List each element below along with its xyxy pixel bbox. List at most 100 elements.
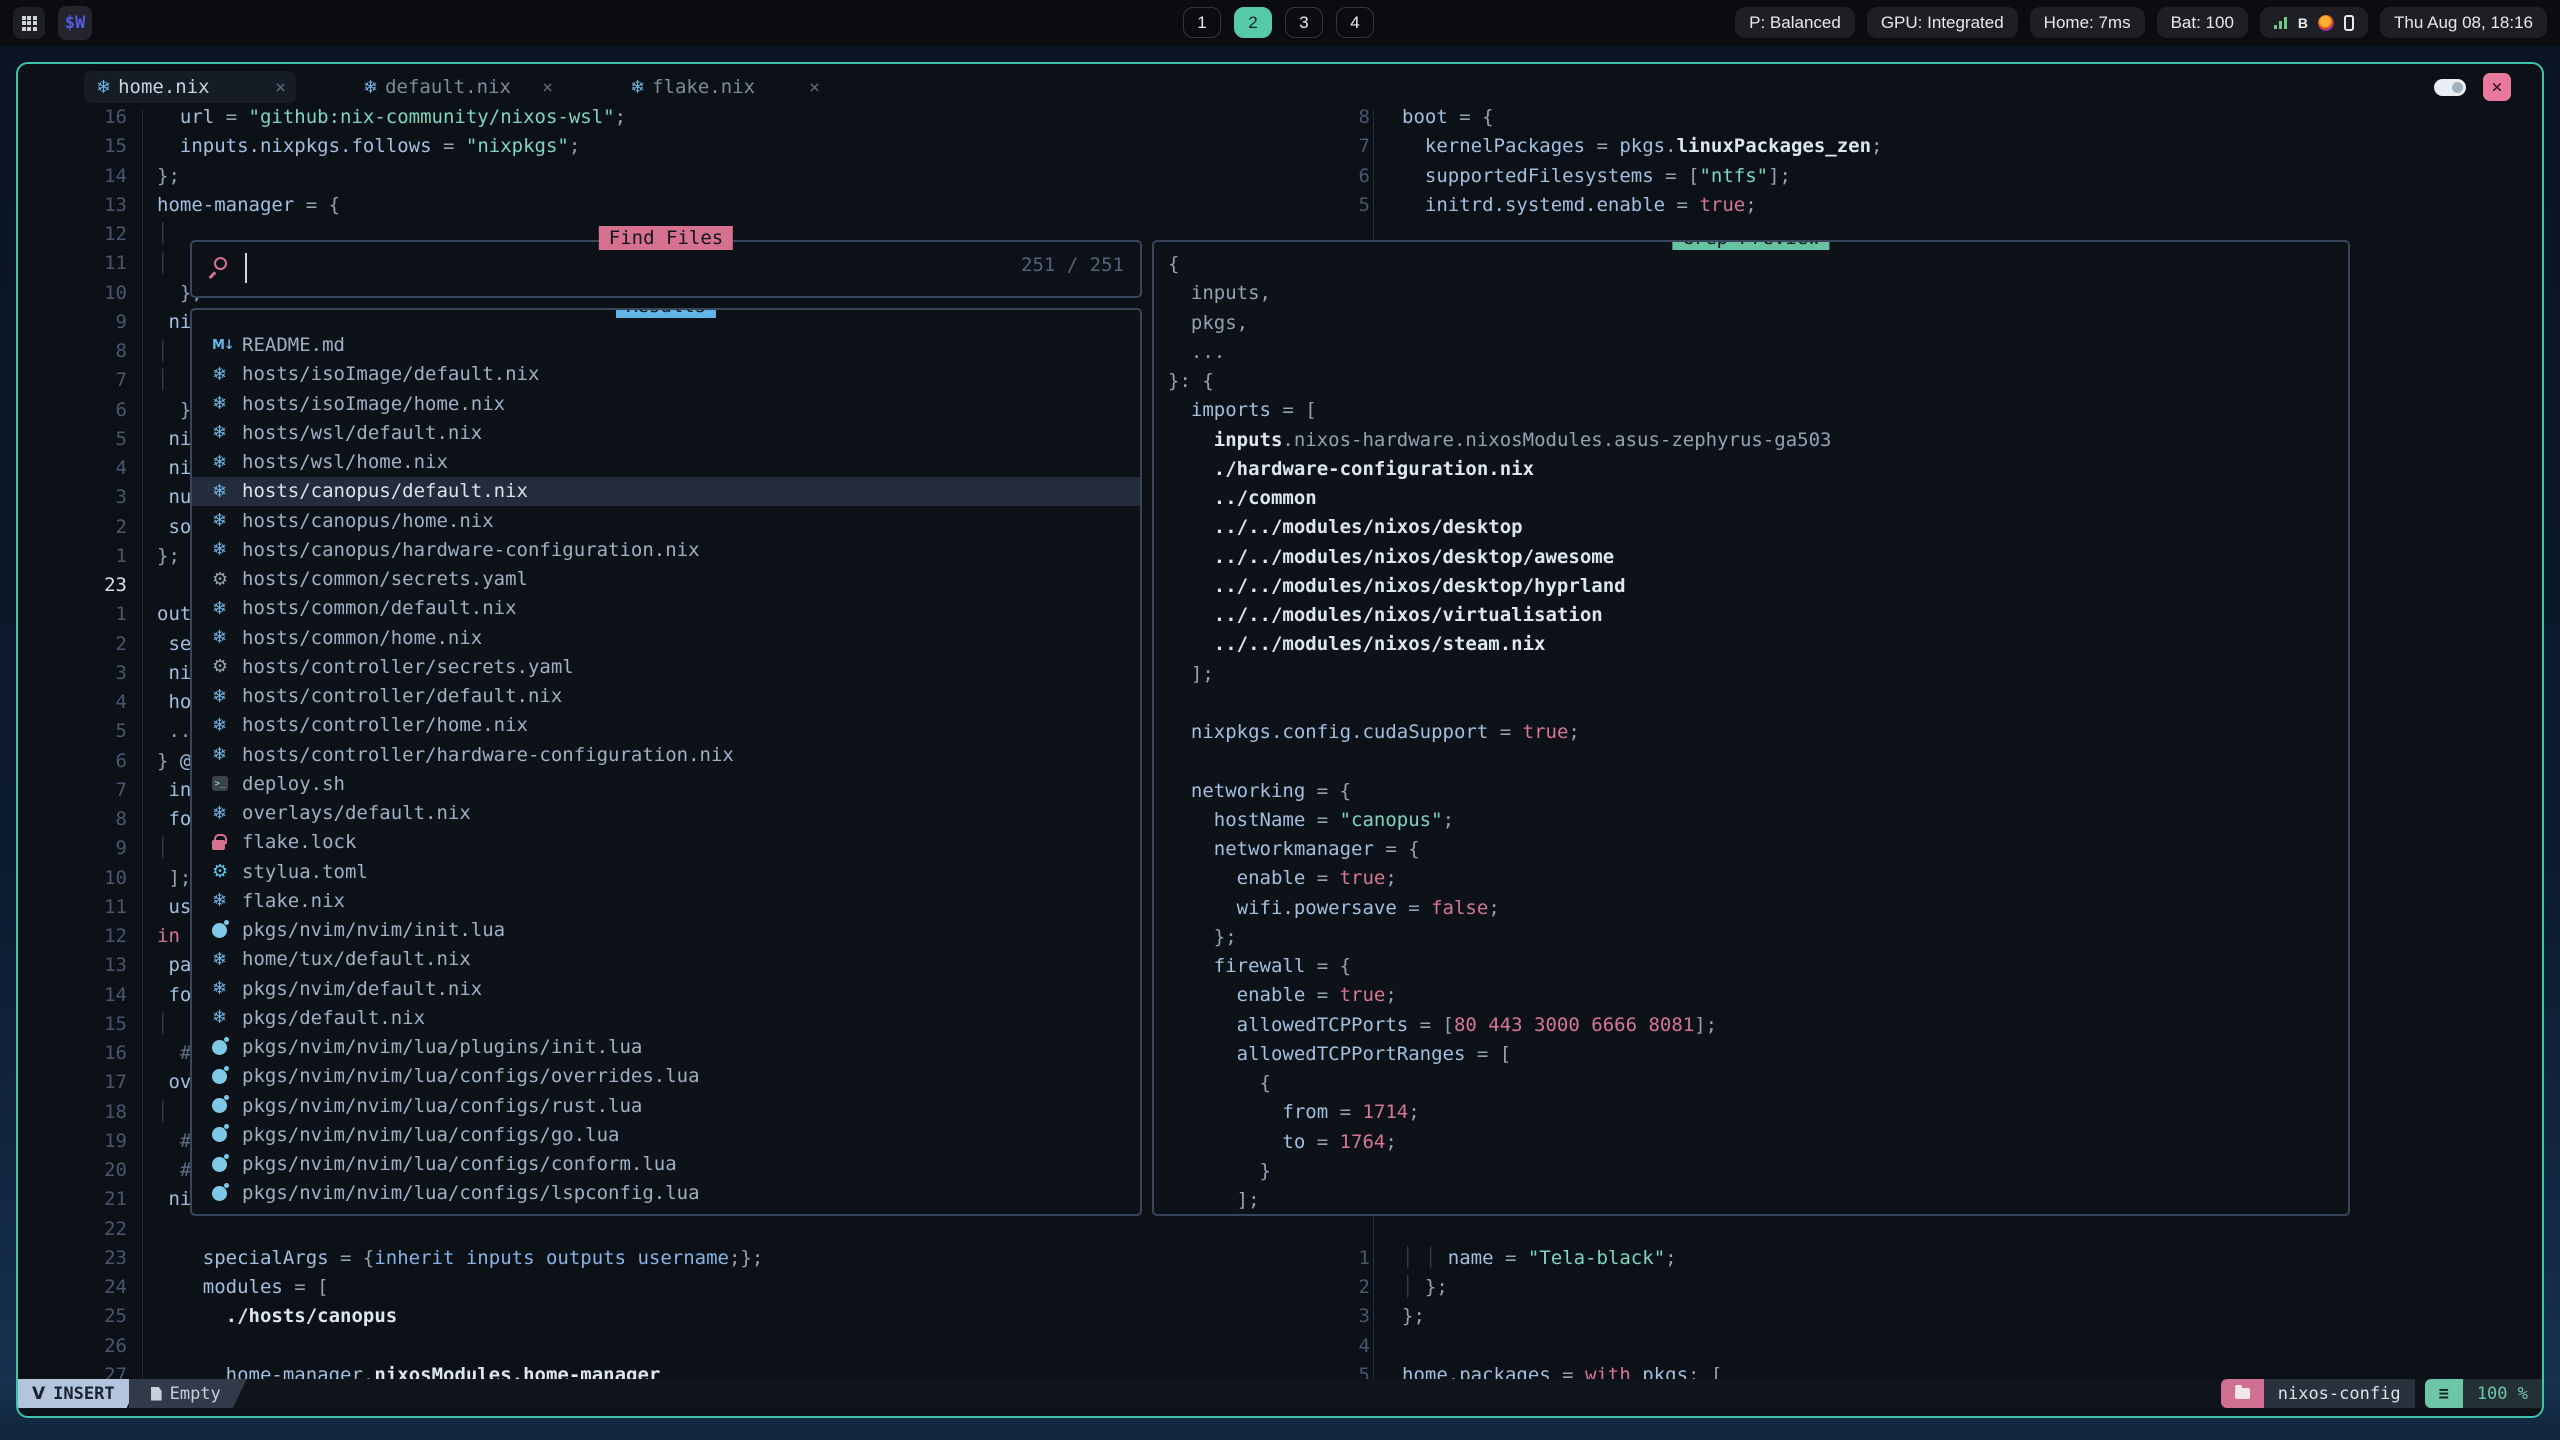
statusline-spacer	[247, 1379, 2221, 1408]
result-label: pkgs/nvim/nvim/lua/configs/rust.lua	[242, 1095, 642, 1117]
result-item[interactable]: ❄flake.nix	[192, 886, 1140, 915]
clock-pill[interactable]: Thu Aug 08, 18:16	[2380, 7, 2547, 38]
code-line: 16 url = "github:nix-community/nixos-wsl…	[18, 103, 763, 132]
preview-line: networking = {	[1168, 777, 1831, 806]
ping-pill[interactable]: Home: 7ms	[2030, 7, 2145, 38]
result-item[interactable]: ❄hosts/common/default.nix	[192, 594, 1140, 623]
code-line: 15 inputs.nixpkgs.follows = "nixpkgs";	[18, 132, 763, 161]
workspace-button-3[interactable]: 3	[1285, 7, 1323, 38]
result-item[interactable]: ❄hosts/canopus/home.nix	[192, 506, 1140, 535]
result-item[interactable]: ❄pkgs/nvim/default.nix	[192, 974, 1140, 1003]
result-item[interactable]: pkgs/nvim/nvim/init.lua	[192, 916, 1140, 945]
line-number: 8	[1354, 103, 1370, 132]
code-line: 8boot = {	[1354, 103, 1883, 132]
result-item[interactable]: ❄hosts/canopus/default.nix	[192, 477, 1140, 506]
line-number: 26	[18, 1332, 127, 1361]
find-files-results: Results M↓README.md❄hosts/isoImage/defau…	[190, 308, 1142, 1216]
result-item[interactable]: pkgs/nvim/nvim/lua/configs/lspconfig.lua	[192, 1179, 1140, 1208]
line-number: 7	[18, 366, 127, 395]
fire-icon	[2318, 15, 2334, 31]
result-item[interactable]: pkgs/nvim/nvim/lua/configs/conform.lua	[192, 1150, 1140, 1179]
line-number: 11	[18, 893, 127, 922]
code-line: 23 specialArgs = {inherit inputs outputs…	[18, 1244, 763, 1273]
shell-file-icon: >_	[212, 776, 242, 791]
line-number: 5	[18, 717, 127, 746]
line-number: 7	[1354, 132, 1370, 161]
battery-pill[interactable]: Bat: 100	[2157, 7, 2248, 38]
result-item[interactable]: ❄home/tux/default.nix	[192, 945, 1140, 974]
preview-line: firewall = {	[1168, 952, 1831, 981]
tab-home.nix[interactable]: ❄home.nix×	[84, 71, 296, 103]
line-number: 1	[18, 542, 127, 571]
line-number: 22	[18, 1215, 127, 1244]
result-item[interactable]: ❄hosts/wsl/default.nix	[192, 418, 1140, 447]
result-item[interactable]: ❄hosts/wsl/home.nix	[192, 448, 1140, 477]
window-toggle-switch[interactable]	[2434, 79, 2466, 96]
folder-icon	[2235, 1388, 2250, 1399]
line-number: 7	[18, 776, 127, 805]
result-item[interactable]: ⚙hosts/common/secrets.yaml	[192, 565, 1140, 594]
code-line: 22	[18, 1215, 763, 1244]
result-item[interactable]: flake.lock	[192, 828, 1140, 857]
app-launcher-button[interactable]	[13, 7, 45, 39]
result-label: hosts/wsl/home.nix	[242, 451, 448, 473]
tray-pill[interactable]: B	[2260, 7, 2368, 38]
gpu-mode-pill[interactable]: GPU: Integrated	[1867, 7, 2018, 38]
window-close-button[interactable]: ×	[2483, 73, 2511, 101]
search-icon	[214, 257, 227, 270]
nix-file-icon: ❄	[212, 949, 242, 970]
tab-close-icon[interactable]: ×	[809, 77, 820, 98]
result-item[interactable]: pkgs/nvim/nvim/lua/plugins/init.lua	[192, 1033, 1140, 1062]
tab-flake.nix[interactable]: ❄flake.nix×	[618, 71, 830, 103]
result-item[interactable]: ❄hosts/isoImage/home.nix	[192, 389, 1140, 418]
grep-preview-panel: Grep Preview { inputs, pkgs, ...}: { imp…	[1152, 240, 2350, 1216]
line-number: 9	[18, 308, 127, 337]
preview-line: ...	[1168, 338, 1831, 367]
line-number: 24	[18, 1273, 127, 1302]
line-number: 9	[18, 834, 127, 863]
preview-line: nixpkgs.config.cudaSupport = true;	[1168, 718, 1831, 747]
result-item[interactable]: >_deploy.sh	[192, 769, 1140, 798]
cwd-icon-segment	[2221, 1379, 2264, 1408]
workspace-button-2[interactable]: 2	[1234, 7, 1272, 38]
result-item[interactable]: ❄overlays/default.nix	[192, 799, 1140, 828]
result-item[interactable]: pkgs/nvim/nvim/lua/configs/overrides.lua	[192, 1062, 1140, 1091]
nix-snowflake-icon: ❄	[96, 77, 111, 98]
result-item[interactable]: ⚙hosts/controller/secrets.yaml	[192, 652, 1140, 681]
tab-close-icon[interactable]: ×	[275, 77, 286, 98]
tab-default.nix[interactable]: ❄default.nix×	[351, 71, 563, 103]
result-item[interactable]: ❄hosts/controller/hardware-configuration…	[192, 740, 1140, 769]
code-line: 2│ };	[1354, 1273, 1883, 1302]
wm-logo: $W	[58, 6, 92, 40]
result-item[interactable]: ❄hosts/isoImage/default.nix	[192, 360, 1140, 389]
preview-line: to = 1764;	[1168, 1128, 1831, 1157]
result-item[interactable]: ❄hosts/controller/home.nix	[192, 711, 1140, 740]
results-title: Results	[616, 308, 716, 318]
tab-close-icon[interactable]: ×	[542, 77, 553, 98]
code-line: 6 supportedFilesystems = ["ntfs"];	[1354, 162, 1883, 191]
result-item[interactable]: ❄hosts/common/home.nix	[192, 623, 1140, 652]
result-label: hosts/isoImage/home.nix	[242, 393, 505, 415]
preview-line: networkmanager = {	[1168, 835, 1831, 864]
workspace-button-4[interactable]: 4	[1336, 7, 1374, 38]
result-item[interactable]: pkgs/nvim/nvim/lua/configs/rust.lua	[192, 1091, 1140, 1120]
result-item[interactable]: ❄hosts/canopus/hardware-configuration.ni…	[192, 535, 1140, 564]
workspace-button-1[interactable]: 1	[1183, 7, 1221, 38]
preview-line: ../../modules/nixos/desktop	[1168, 513, 1831, 542]
text-cursor	[245, 253, 247, 283]
find-files-prompt[interactable]: Find Files 251 / 251	[190, 240, 1142, 298]
line-number: 6	[18, 396, 127, 425]
result-item[interactable]: M↓README.md	[192, 331, 1140, 360]
lua-file-icon	[212, 1186, 242, 1201]
line-number: 3	[1354, 1302, 1370, 1331]
preview-line: }: {	[1168, 367, 1831, 396]
power-profile-pill[interactable]: P: Balanced	[1735, 7, 1855, 38]
nix-file-icon: ❄	[212, 452, 242, 473]
result-item[interactable]: ⚙stylua.toml	[192, 857, 1140, 886]
result-item[interactable]: ❄hosts/controller/default.nix	[192, 682, 1140, 711]
result-item[interactable]: pkgs/nvim/nvim/lua/configs/go.lua	[192, 1120, 1140, 1149]
preview-line: ];	[1168, 1186, 1831, 1215]
nix-file-icon: ❄	[212, 481, 242, 502]
result-item[interactable]: ❄pkgs/default.nix	[192, 1003, 1140, 1032]
line-number: 17	[18, 1068, 127, 1097]
